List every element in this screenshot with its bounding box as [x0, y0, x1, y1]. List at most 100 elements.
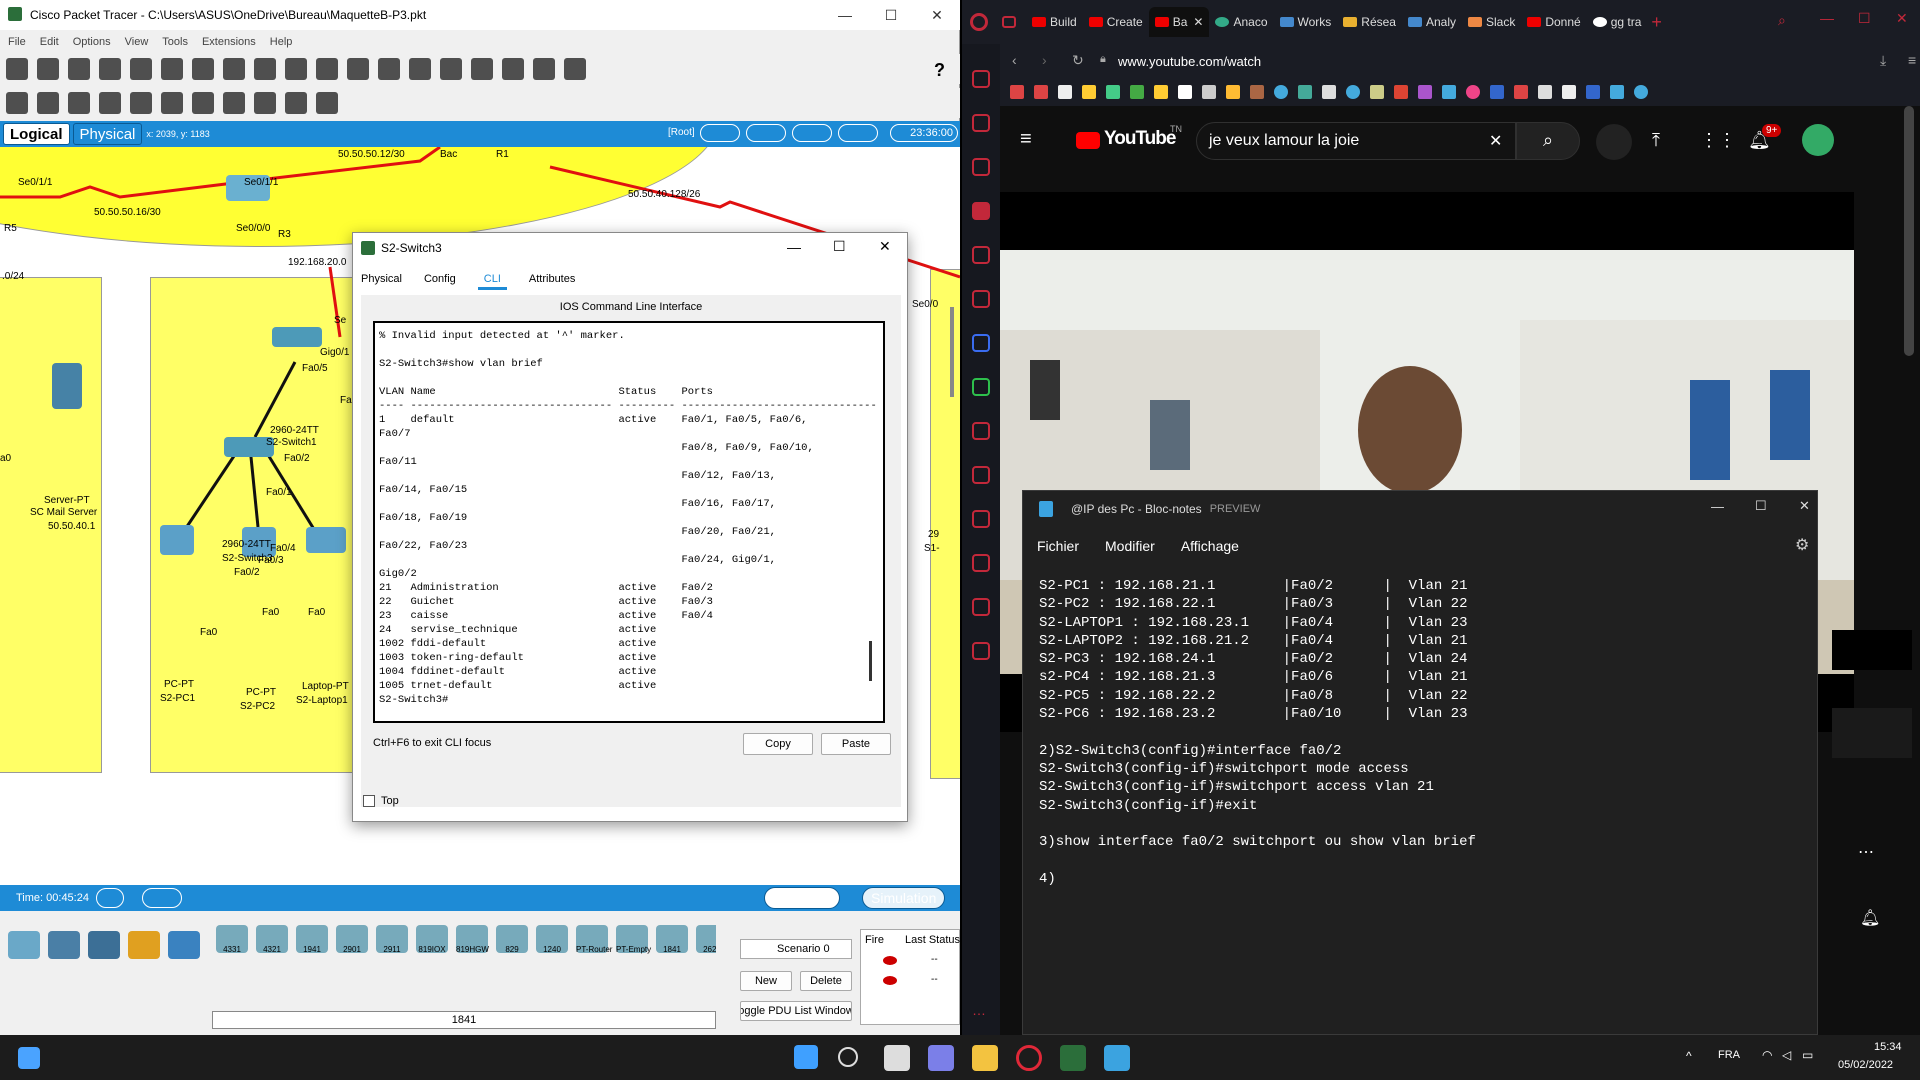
wifi-icon[interactable]: ◠: [1762, 1048, 1772, 1062]
device-model-1841[interactable]: 1841: [656, 925, 688, 954]
add-complex-pdu-icon[interactable]: [316, 92, 338, 114]
zoom-reset-icon[interactable]: [378, 58, 400, 80]
extensions-icon[interactable]: [972, 598, 990, 616]
save-icon[interactable]: [68, 58, 90, 80]
browser-tab[interactable]: Donné: [1521, 7, 1586, 37]
add-simple-pdu-icon[interactable]: [285, 92, 307, 114]
menu-view[interactable]: View: [125, 36, 149, 48]
search-button[interactable]: ⌕: [1516, 122, 1580, 160]
cli-scrollbar[interactable]: [869, 641, 872, 681]
menu-fichier[interactable]: Fichier: [1037, 538, 1079, 554]
browser-tab-active[interactable]: Ba ✕: [1148, 7, 1210, 37]
device-model-4321[interactable]: 4321: [256, 925, 288, 954]
custom-devices-dialog-icon[interactable]: [533, 58, 555, 80]
close-button[interactable]: ✕: [914, 0, 960, 30]
menu-file[interactable]: File: [8, 36, 26, 48]
place-note-icon[interactable]: [130, 92, 152, 114]
tab-logical[interactable]: Logical: [3, 123, 70, 145]
select-icon[interactable]: [6, 92, 28, 114]
clock-time[interactable]: 15:34: [1874, 1041, 1902, 1053]
device-model-819hgw[interactable]: 819HGW: [456, 925, 489, 954]
view-toolbar-icon[interactable]: [502, 58, 524, 80]
components-icon[interactable]: [88, 931, 120, 959]
file-explorer-icon[interactable]: [972, 1045, 998, 1071]
draw-ellipse-icon[interactable]: [223, 92, 245, 114]
device-model-1941[interactable]: 1941: [296, 925, 328, 954]
packet-tracer-taskbar-icon[interactable]: [1060, 1045, 1086, 1071]
menu-help[interactable]: Help: [270, 36, 293, 48]
cluster-icon[interactable]: [746, 124, 786, 142]
toggle-pdu-list-button[interactable]: oggle PDU List Window: [740, 1001, 852, 1021]
voice-search-icon[interactable]: [1596, 124, 1632, 160]
maximize-button[interactable]: ☐: [868, 0, 914, 30]
inspect-icon[interactable]: [37, 92, 59, 114]
bookmarks-icon[interactable]: [972, 466, 990, 484]
menu-modifier[interactable]: Modifier: [1105, 538, 1155, 554]
paste-icon[interactable]: [254, 58, 276, 80]
minimize-button[interactable]: —: [1711, 499, 1724, 514]
subscribe-bell-icon[interactable]: 🔔︎: [1860, 908, 1880, 928]
power-cycle-icon[interactable]: [96, 888, 124, 908]
device-model-pt-router[interactable]: PT-Router: [576, 925, 612, 954]
page-scrollbar[interactable]: [1904, 106, 1914, 356]
tab-cli[interactable]: CLI: [477, 273, 507, 290]
briefcase-icon[interactable]: [972, 114, 990, 132]
browser-tab[interactable]: gg tra: [1587, 7, 1648, 37]
simulation-button[interactable]: Simulation: [862, 887, 946, 909]
laptop-s2-laptop1-icon[interactable]: [306, 527, 346, 553]
device-model-2620[interactable]: 2620: [696, 925, 716, 954]
tab-attributes[interactable]: Attributes: [529, 273, 575, 290]
menu-options[interactable]: Options: [73, 36, 111, 48]
realtime-button[interactable]: Realtime: [764, 887, 841, 909]
device-model-2901[interactable]: 2901: [336, 925, 368, 954]
start-icon[interactable]: [794, 1045, 818, 1069]
miniplayer-thumbnail[interactable]: [1832, 630, 1912, 670]
back-button[interactable]: [700, 124, 740, 142]
more-icon[interactable]: …: [972, 1002, 986, 1018]
copy-button[interactable]: Copy: [743, 733, 813, 755]
paste-button[interactable]: Paste: [821, 733, 891, 755]
freeform-icon[interactable]: [254, 92, 276, 114]
tab-physical[interactable]: Physical: [361, 273, 402, 290]
activity-wizard-icon[interactable]: [192, 58, 214, 80]
youtube-logo-icon[interactable]: [1076, 132, 1100, 149]
maximize-button[interactable]: ☐: [1755, 498, 1767, 514]
hamburger-menu-icon[interactable]: ≡: [1020, 128, 1032, 151]
browser-tab[interactable]: Build: [1026, 7, 1083, 37]
opera-logo-icon[interactable]: [970, 13, 988, 31]
cli-terminal[interactable]: % Invalid input detected at '^' marker. …: [373, 321, 885, 723]
search-input[interactable]: je veux lamour la joie ✕: [1196, 122, 1516, 160]
chevron-down-icon[interactable]: [1832, 708, 1912, 758]
undo-icon[interactable]: [285, 58, 307, 80]
connections-icon[interactable]: [128, 931, 160, 959]
browser-tab[interactable]: Works: [1274, 7, 1338, 37]
download-icon[interactable]: ⤓: [1880, 52, 1886, 69]
show-hidden-icons-icon[interactable]: ^: [1686, 1049, 1692, 1063]
minimize-button[interactable]: —: [1820, 10, 1834, 26]
browser-tab[interactable]: Résea: [1337, 7, 1402, 37]
speed-dial-icon[interactable]: [972, 70, 990, 88]
back-icon[interactable]: ‹: [1012, 52, 1017, 68]
new-scenario-button[interactable]: New: [740, 971, 792, 991]
clock-date[interactable]: 05/02/2022: [1838, 1059, 1893, 1071]
menu-edit[interactable]: Edit: [40, 36, 59, 48]
maximize-button[interactable]: ☐: [1858, 10, 1871, 27]
more-options-icon[interactable]: ⋯: [1858, 842, 1874, 862]
clear-search-icon[interactable]: ✕: [1489, 131, 1502, 151]
device-model-819iox[interactable]: 819IOX: [416, 925, 448, 954]
close-button[interactable]: ✕: [1896, 10, 1908, 27]
menu-extensions[interactable]: Extensions: [202, 36, 256, 48]
top-checkbox[interactable]: [363, 795, 375, 807]
avatar[interactable]: [1802, 124, 1834, 156]
tab-config[interactable]: Config: [424, 273, 456, 290]
close-button[interactable]: ✕: [1799, 498, 1810, 514]
minimize-button[interactable]: —: [822, 0, 868, 30]
image-icon[interactable]: [564, 58, 586, 80]
delete-scenario-button[interactable]: Delete: [800, 971, 852, 991]
browser-tab[interactable]: Create: [1083, 7, 1149, 37]
switch-s2-switch1-icon[interactable]: [272, 327, 322, 347]
info-icon[interactable]: [130, 58, 152, 80]
menu-affichage[interactable]: Affichage: [1181, 538, 1239, 554]
home-icon[interactable]: [972, 202, 990, 220]
tabs-icon[interactable]: [972, 510, 990, 528]
